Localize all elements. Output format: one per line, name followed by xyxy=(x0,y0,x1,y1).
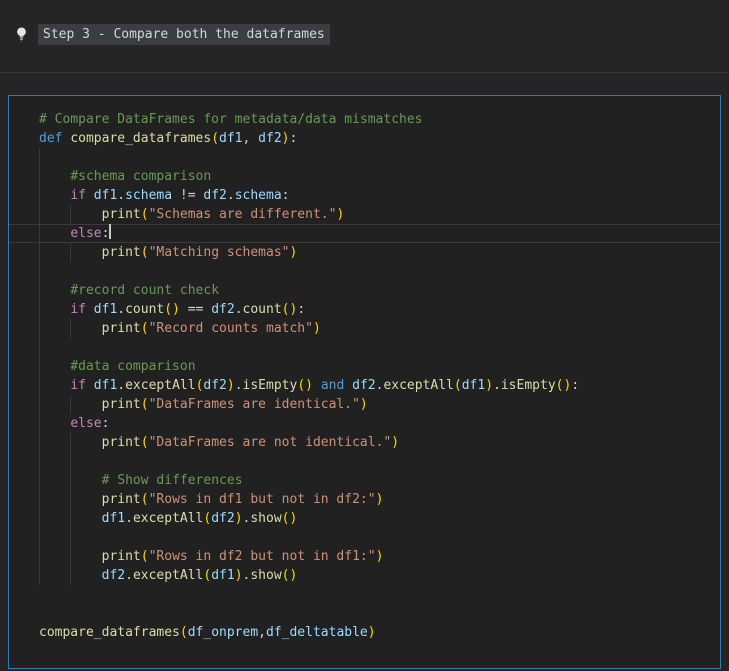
indent-guide xyxy=(39,395,40,414)
code-text: if df1.exceptAll(df2).isEmpty() and df2.… xyxy=(70,378,580,393)
lightbulb-icon xyxy=(17,27,26,42)
indent-guide xyxy=(39,490,40,509)
code-line[interactable]: #schema comparison xyxy=(9,167,720,186)
indent-guide xyxy=(39,528,40,547)
code-text: else: xyxy=(70,416,110,431)
indent-guide xyxy=(70,490,72,509)
code-line[interactable]: print("Schemas are different.") xyxy=(9,205,720,224)
indent-guide xyxy=(39,300,40,319)
code-text: if df1.count() == df2.count(): xyxy=(70,302,306,317)
code-text: compare_dataframes(df_onprem,df_deltatab… xyxy=(39,625,376,640)
code-line[interactable] xyxy=(9,452,720,471)
indent-guide xyxy=(39,547,40,566)
indent-guide xyxy=(39,243,40,262)
indent-guide xyxy=(39,452,40,471)
code-line[interactable]: #data comparison xyxy=(9,357,720,376)
code-text: #data comparison xyxy=(70,359,196,374)
indent-guide xyxy=(39,376,40,395)
indent-guide xyxy=(70,528,72,547)
code-line[interactable] xyxy=(9,148,720,167)
code-line[interactable]: df2.exceptAll(df1).show() xyxy=(9,566,720,585)
code-line[interactable]: print("DataFrames are identical.") xyxy=(9,395,720,414)
code-text: print("Schemas are different.") xyxy=(101,207,345,222)
code-line[interactable]: # Compare DataFrames for metadata/data m… xyxy=(9,110,720,129)
markdown-cell[interactable]: Step 3 - Compare both the dataframes xyxy=(0,0,729,73)
indent-guide xyxy=(39,566,40,585)
code-text: else: xyxy=(70,224,112,241)
code-line[interactable]: df1.exceptAll(df2).show() xyxy=(9,509,720,528)
code-text: # Compare DataFrames for metadata/data m… xyxy=(39,112,423,127)
code-text: print("Rows in df1 but not in df2:") xyxy=(101,492,384,507)
indent-guide xyxy=(70,509,72,528)
code-line[interactable]: print("Matching schemas") xyxy=(9,243,720,262)
cell-title: Step 3 - Compare both the dataframes xyxy=(38,24,330,45)
text-cursor xyxy=(109,224,112,239)
indent-guide xyxy=(70,319,72,338)
indent-guide xyxy=(39,167,40,186)
code-line[interactable] xyxy=(9,528,720,547)
code-text: print("Record counts match") xyxy=(101,321,321,336)
indent-guide xyxy=(39,224,40,243)
indent-guide xyxy=(70,452,72,471)
code-line[interactable]: print("Rows in df1 but not in df2:") xyxy=(9,490,720,509)
code-line[interactable]: compare_dataframes(df_onprem,df_deltatab… xyxy=(9,623,720,642)
code-line[interactable] xyxy=(9,338,720,357)
code-cell[interactable]: # Compare DataFrames for metadata/data m… xyxy=(8,95,721,669)
indent-guide xyxy=(39,262,40,281)
indent-guide xyxy=(39,414,40,433)
code-text: print("Rows in df2 but not in df1:") xyxy=(101,549,384,564)
code-line[interactable]: else: xyxy=(9,224,720,243)
code-line[interactable]: print("Record counts match") xyxy=(9,319,720,338)
indent-guide xyxy=(39,338,40,357)
indent-guide xyxy=(39,205,40,224)
code-line[interactable] xyxy=(9,604,720,623)
indent-guide xyxy=(70,243,72,262)
code-line[interactable]: def compare_dataframes(df1, df2): xyxy=(9,129,720,148)
code-line[interactable]: print("DataFrames are not identical.") xyxy=(9,433,720,452)
code-line[interactable]: if df1.exceptAll(df2).isEmpty() and df2.… xyxy=(9,376,720,395)
indent-guide xyxy=(39,433,40,452)
code-line[interactable]: if df1.schema != df2.schema: xyxy=(9,186,720,205)
code-line[interactable]: if df1.count() == df2.count(): xyxy=(9,300,720,319)
indent-guide xyxy=(70,471,72,490)
code-line[interactable]: #record count check xyxy=(9,281,720,300)
code-text: df1.exceptAll(df2).show() xyxy=(101,511,298,526)
indent-guide xyxy=(39,357,40,376)
code-text: print("Matching schemas") xyxy=(101,245,298,260)
indent-guide xyxy=(39,319,40,338)
indent-guide xyxy=(70,547,72,566)
indent-guide xyxy=(70,566,72,585)
code-editor[interactable]: # Compare DataFrames for metadata/data m… xyxy=(9,110,720,642)
indent-guide xyxy=(70,395,72,414)
indent-guide xyxy=(70,433,72,452)
indent-guide xyxy=(39,281,40,300)
code-text: #record count check xyxy=(70,283,220,298)
indent-guide xyxy=(70,205,72,224)
code-line[interactable]: # Show differences xyxy=(9,471,720,490)
code-line[interactable]: else: xyxy=(9,414,720,433)
code-text: print("DataFrames are identical.") xyxy=(101,397,368,412)
indent-guide xyxy=(39,148,40,167)
indent-guide xyxy=(39,471,40,490)
code-text: def compare_dataframes(df1, df2): xyxy=(39,131,298,146)
code-text: print("DataFrames are not identical.") xyxy=(101,435,400,450)
code-line[interactable]: print("Rows in df2 but not in df1:") xyxy=(9,547,720,566)
code-text: #schema comparison xyxy=(70,169,212,184)
indent-guide xyxy=(39,509,40,528)
code-line[interactable] xyxy=(9,585,720,604)
code-text: if df1.schema != df2.schema: xyxy=(70,188,290,203)
code-line[interactable] xyxy=(9,262,720,281)
code-text: df2.exceptAll(df1).show() xyxy=(101,568,298,583)
indent-guide xyxy=(39,186,40,205)
